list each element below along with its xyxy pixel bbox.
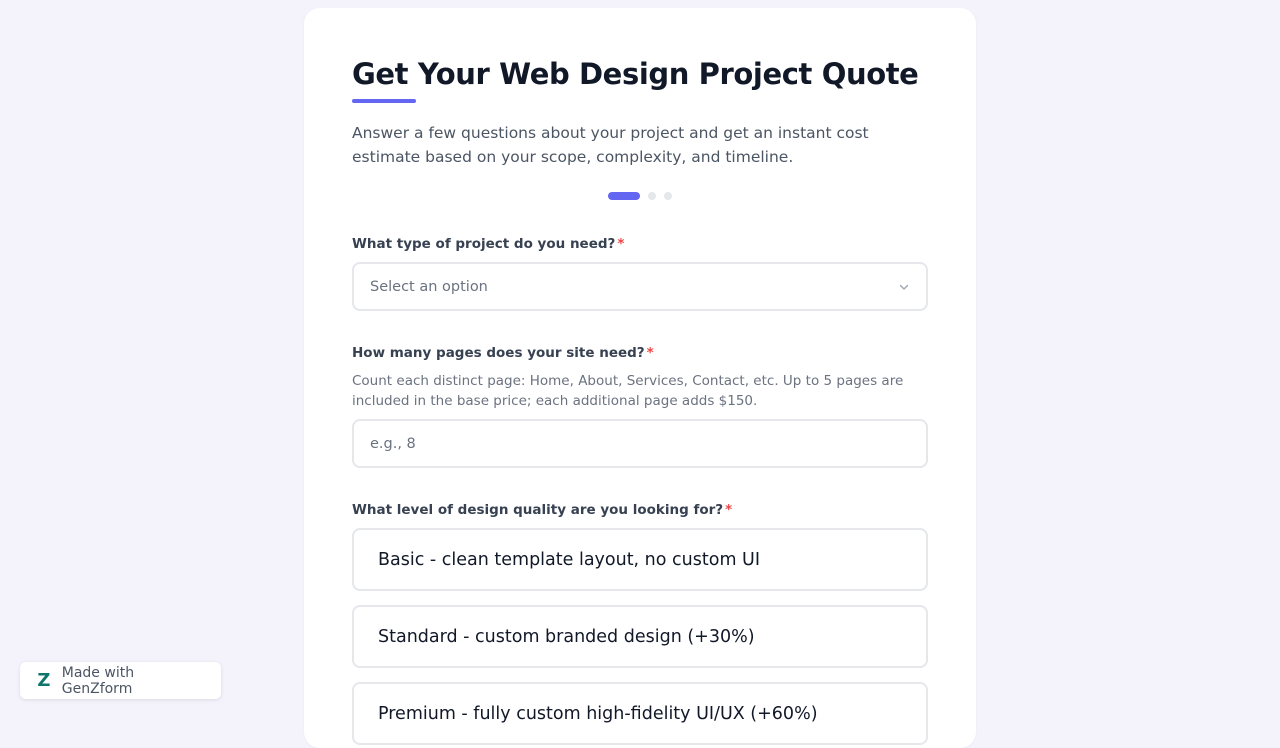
step-dot-2: [648, 192, 656, 200]
project-type-select[interactable]: Select an option: [352, 262, 928, 311]
question-pages: How many pages does your site need? * Cou…: [352, 343, 928, 468]
step-dot-3: [664, 192, 672, 200]
design-level-label-text: What level of design quality are you loo…: [352, 502, 724, 518]
design-level-options: Basic - clean template layout, no custom…: [352, 528, 928, 745]
step-dot-1: [608, 192, 640, 200]
required-marker: *: [725, 502, 733, 518]
pages-label: How many pages does your site need? *: [352, 343, 928, 363]
design-option-basic[interactable]: Basic - clean template layout, no custom…: [352, 528, 928, 591]
project-type-placeholder: Select an option: [370, 278, 488, 295]
required-marker: *: [646, 345, 654, 361]
design-option-standard[interactable]: Standard - custom branded design (+30%): [352, 605, 928, 668]
step-indicator: [352, 192, 928, 200]
design-option-premium[interactable]: Premium - fully custom high-fidelity UI/…: [352, 682, 928, 745]
required-marker: *: [617, 236, 625, 252]
genzform-logo-icon: Z: [37, 669, 51, 691]
chevron-down-icon: [898, 281, 910, 293]
project-type-label-text: What type of project do you need?: [352, 236, 616, 252]
pages-help-text: Count each distinct page: Home, About, S…: [352, 373, 904, 409]
form-subtitle: Answer a few questions about your projec…: [352, 124, 869, 166]
badge-text: Made with GenZform: [61, 664, 135, 697]
pages-label-text: How many pages does your site need?: [352, 345, 645, 361]
title-underline: [352, 99, 416, 103]
made-with-badge[interactable]: Z Made with GenZform: [20, 662, 221, 699]
design-level-label: What level of design quality are you loo…: [352, 500, 928, 520]
project-type-label: What type of project do you need? *: [352, 234, 928, 254]
pages-input[interactable]: e.g., 8: [352, 419, 928, 468]
quote-form-card: Get Your Web Design Project Quote Answer…: [304, 8, 976, 748]
pages-input-placeholder: e.g., 8: [370, 435, 416, 452]
question-project-type: What type of project do you need? * Selec…: [352, 234, 928, 311]
page-title: Get Your Web Design Project Quote: [352, 57, 919, 91]
question-design-level: What level of design quality are you loo…: [352, 500, 928, 745]
